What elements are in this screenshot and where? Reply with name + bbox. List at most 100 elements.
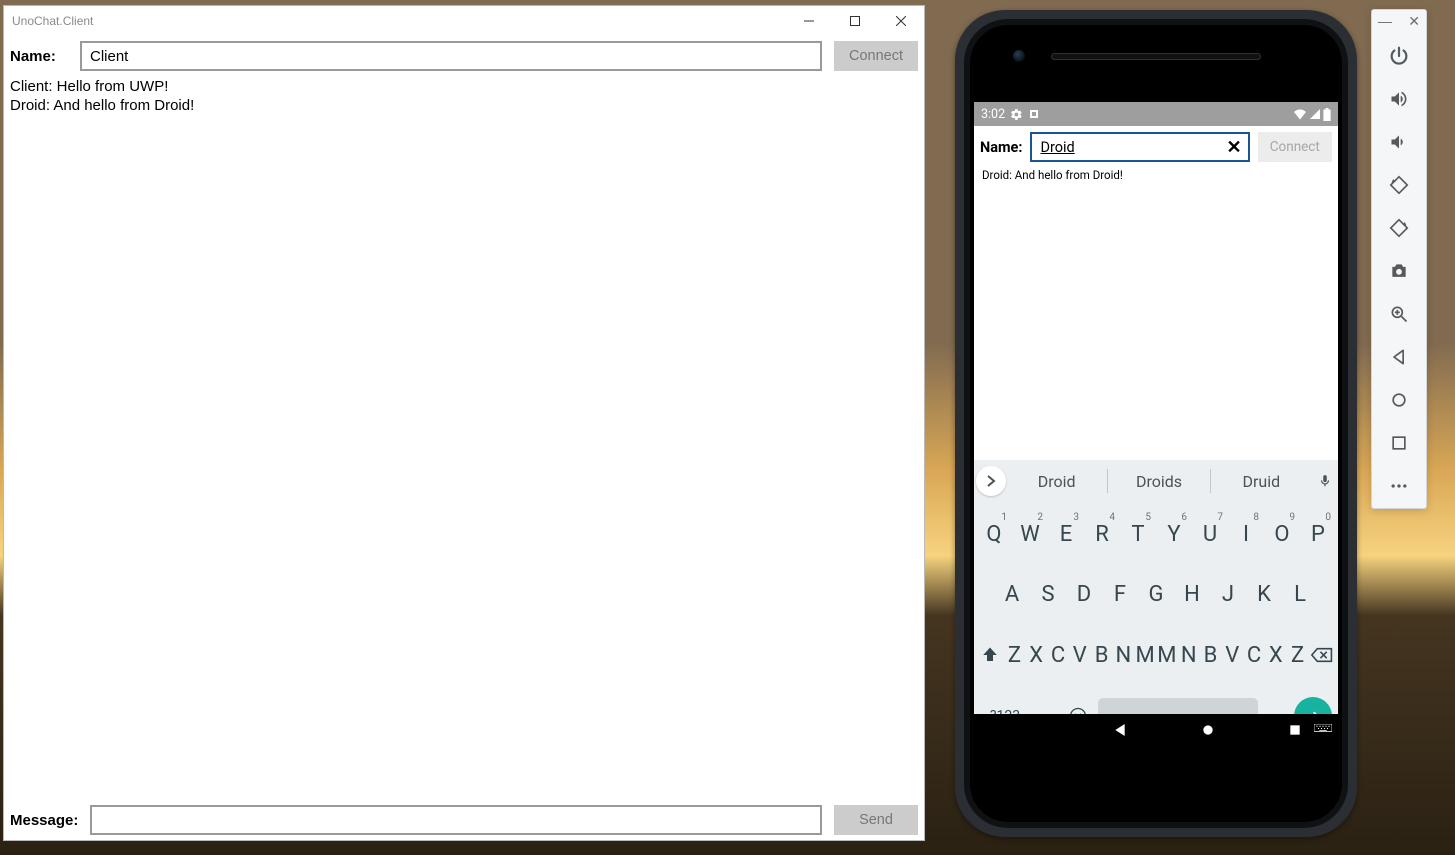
gear-icon xyxy=(1010,108,1023,121)
minimize-button[interactable] xyxy=(786,6,832,36)
chat-message: Droid: And hello from Droid! xyxy=(10,97,918,116)
power-button[interactable] xyxy=(1372,34,1426,77)
status-time: 3:02 xyxy=(981,107,1005,122)
android-message-list: Droid: And hello from Droid! xyxy=(974,168,1338,182)
signal-icon xyxy=(1309,108,1321,120)
rotate-left-button[interactable] xyxy=(1372,163,1426,206)
key-b[interactable]: B xyxy=(1200,632,1222,678)
suggestion[interactable]: Droid xyxy=(1006,472,1107,491)
key-x[interactable]: X xyxy=(1025,632,1047,678)
key-z[interactable]: Z xyxy=(1287,632,1309,678)
key-v[interactable]: V xyxy=(1221,632,1243,678)
key-y[interactable]: Y6 xyxy=(1156,511,1192,557)
zoom-button[interactable] xyxy=(1372,293,1426,336)
rotate-right-button[interactable] xyxy=(1372,206,1426,249)
key-c[interactable]: C xyxy=(1047,632,1069,678)
shift-key[interactable] xyxy=(976,632,1004,678)
android-keyboard: Droid Droids Druid Q1W2E3R4T5Y6U7I8O9P0 … xyxy=(974,460,1338,750)
toolbar-close-button[interactable]: ✕ xyxy=(1408,16,1420,26)
key-j[interactable]: J xyxy=(1210,572,1246,618)
keyboard-toggle-icon[interactable] xyxy=(1314,723,1332,741)
connect-button[interactable]: Connect xyxy=(834,41,918,71)
key-h[interactable]: H xyxy=(1174,572,1210,618)
key-n[interactable]: N xyxy=(1112,632,1134,678)
key-x[interactable]: X xyxy=(1265,632,1287,678)
android-name-row: Name: ✕ Connect xyxy=(974,126,1338,168)
camera-button[interactable] xyxy=(1372,249,1426,292)
android-emulator: 3:02 Name: ✕ Connect Droid: And hello fr… xyxy=(955,10,1357,837)
key-u[interactable]: U7 xyxy=(1192,511,1228,557)
home-button[interactable] xyxy=(1372,379,1426,422)
key-k[interactable]: K xyxy=(1246,572,1282,618)
key-l[interactable]: L xyxy=(1282,572,1318,618)
key-p[interactable]: P0 xyxy=(1300,511,1336,557)
suggestion[interactable]: Druid xyxy=(1211,472,1312,491)
volume-up-button[interactable] xyxy=(1372,77,1426,120)
connect-button[interactable]: Connect xyxy=(1258,132,1332,162)
close-button[interactable] xyxy=(878,6,924,36)
key-g[interactable]: G xyxy=(1138,572,1174,618)
key-w[interactable]: W2 xyxy=(1012,511,1048,557)
uwp-window: UnoChat.Client Name: Connect Client: Hel… xyxy=(3,5,925,841)
toolbar-minimize-button[interactable]: — xyxy=(1378,16,1392,26)
key-i[interactable]: I8 xyxy=(1228,511,1264,557)
key-z[interactable]: Z xyxy=(1004,632,1026,678)
message-label: Message: xyxy=(10,812,78,829)
key-r[interactable]: R4 xyxy=(1084,511,1120,557)
key-f[interactable]: F xyxy=(1102,572,1138,618)
key-row: ASDFGHJKL xyxy=(976,572,1336,618)
phone-camera xyxy=(1013,50,1025,62)
send-button[interactable]: Send xyxy=(834,805,918,835)
wifi-icon xyxy=(1293,108,1307,120)
key-t[interactable]: T5 xyxy=(1120,511,1156,557)
nav-home-button[interactable] xyxy=(1200,722,1216,743)
suggestion-row: Droid Droids Druid xyxy=(974,460,1338,502)
chat-message: Droid: And hello from Droid! xyxy=(982,168,1330,182)
maximize-button[interactable] xyxy=(832,6,878,36)
name-input[interactable] xyxy=(1038,138,1226,157)
name-input-wrap[interactable]: ✕ xyxy=(1030,132,1249,162)
suggestion[interactable]: Droids xyxy=(1108,472,1209,491)
key-row: ZXCVBNMMNBVCXZ xyxy=(976,632,1336,678)
key-o[interactable]: O9 xyxy=(1264,511,1300,557)
mic-icon[interactable] xyxy=(1312,472,1338,490)
key-b[interactable]: B xyxy=(1091,632,1113,678)
emulator-toolbar: — ✕ xyxy=(1371,9,1427,509)
chevron-right-icon[interactable] xyxy=(976,466,1006,496)
key-n[interactable]: N xyxy=(1178,632,1200,678)
key-d[interactable]: D xyxy=(1066,572,1102,618)
android-navbar xyxy=(974,714,1338,750)
key-m[interactable]: M xyxy=(1134,632,1156,678)
uwp-name-row: Name: Connect xyxy=(4,36,924,76)
message-input[interactable] xyxy=(90,805,822,835)
key-e[interactable]: E3 xyxy=(1048,511,1084,557)
uwp-message-list: Client: Hello from UWP! Droid: And hello… xyxy=(4,76,924,800)
key-c[interactable]: C xyxy=(1243,632,1265,678)
nav-overview-button[interactable] xyxy=(1288,723,1302,742)
key-q[interactable]: Q1 xyxy=(976,511,1012,557)
key-m[interactable]: M xyxy=(1156,632,1178,678)
toolbar-header: — ✕ xyxy=(1372,14,1426,34)
uwp-message-row: Message: Send xyxy=(4,800,924,840)
name-input[interactable] xyxy=(80,41,822,71)
uwp-titlebar[interactable]: UnoChat.Client xyxy=(4,6,924,36)
overview-button[interactable] xyxy=(1372,422,1426,465)
android-statusbar: 3:02 xyxy=(974,102,1338,126)
uwp-window-buttons xyxy=(786,6,924,36)
nav-back-button[interactable] xyxy=(1112,722,1128,743)
key-s[interactable]: S xyxy=(1030,572,1066,618)
key-row: Q1W2E3R4T5Y6U7I8O9P0 xyxy=(976,511,1336,557)
keyboard-rows: Q1W2E3R4T5Y6U7I8O9P0 ASDFGHJKL ZXCVBNMMN… xyxy=(974,502,1338,750)
back-button[interactable] xyxy=(1372,336,1426,379)
android-screen: 3:02 Name: ✕ Connect Droid: And hello fr… xyxy=(974,102,1338,750)
phone-speaker xyxy=(1051,53,1261,60)
backspace-key[interactable] xyxy=(1308,632,1336,678)
more-button[interactable] xyxy=(1372,465,1426,508)
key-a[interactable]: A xyxy=(994,572,1030,618)
chat-message: Client: Hello from UWP! xyxy=(10,78,918,97)
debug-icon xyxy=(1028,108,1040,120)
volume-down-button[interactable] xyxy=(1372,120,1426,163)
key-v[interactable]: V xyxy=(1069,632,1091,678)
name-label: Name: xyxy=(10,48,68,65)
clear-icon[interactable]: ✕ xyxy=(1226,137,1241,158)
